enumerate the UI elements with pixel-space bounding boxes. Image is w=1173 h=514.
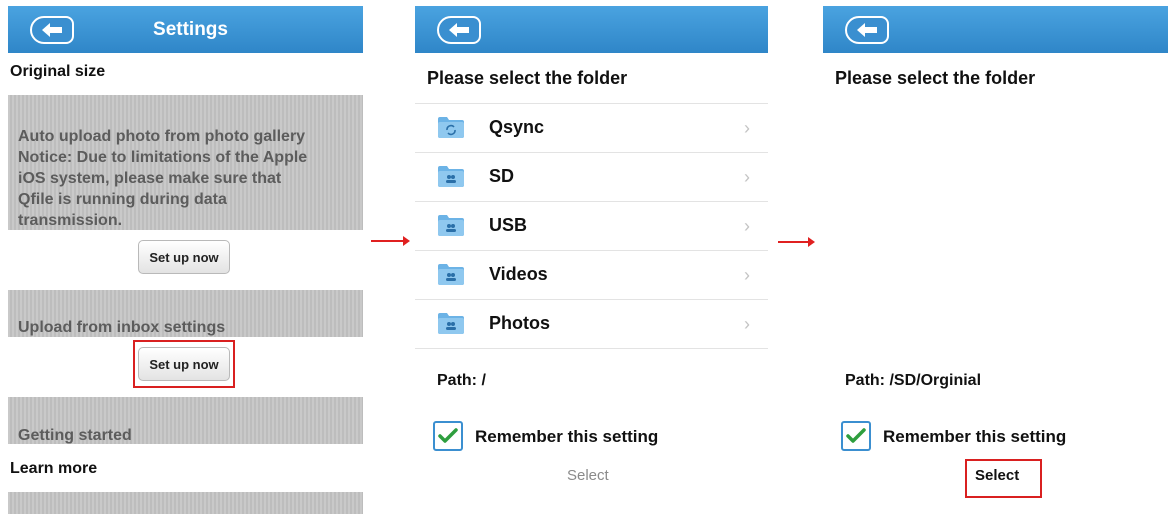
back-button[interactable] [437, 16, 481, 44]
notice-line: Auto upload photo from photo gallery [18, 128, 306, 145]
chevron-right-icon: › [744, 167, 750, 187]
settings-panel: Settings Original size Auto upload photo… [8, 0, 363, 514]
folder-label: Videos [489, 264, 548, 284]
shared-folder-icon [438, 215, 464, 236]
path-label: Path: / [437, 372, 486, 389]
folder-label: SD [489, 166, 515, 186]
shared-folder-icon [438, 313, 464, 334]
learn-more-label: Learn more [10, 460, 98, 477]
getting-started-section: Getting started [8, 397, 363, 444]
flow-arrow [371, 236, 410, 246]
remember-checkbox[interactable] [841, 421, 871, 451]
remember-label: Remember this setting [883, 427, 1067, 446]
folder-item-usb[interactable]: USB › [415, 202, 768, 251]
chevron-right-icon: › [744, 314, 750, 334]
folder-heading: Please select the folder [427, 68, 628, 88]
folder-label: Qsync [489, 117, 545, 137]
sync-folder-icon [438, 117, 464, 138]
flow-arrow [778, 237, 815, 247]
remember-checkbox[interactable] [433, 421, 463, 451]
auto-upload-notice: Auto upload photo from photo gallery Not… [18, 126, 349, 231]
folder-label: USB [489, 215, 528, 235]
shared-folder-icon [438, 166, 464, 187]
inbox-settings-section: Upload from inbox settings [8, 290, 363, 337]
top-bar [415, 6, 768, 53]
folder-item-qsync[interactable]: Qsync › [415, 104, 768, 153]
original-size-label: Original size [10, 63, 106, 80]
highlight-box [133, 340, 235, 388]
folder-select-panel: Please select the folder Qsync › SD › US… [415, 0, 768, 514]
arrow-left-icon [449, 23, 469, 37]
folder-item-photos[interactable]: Photos › [415, 300, 768, 349]
top-bar [823, 6, 1168, 53]
inbox-settings-heading: Upload from inbox settings [18, 319, 226, 336]
folder-item-sd[interactable]: SD › [415, 153, 768, 202]
page-title: Settings [153, 19, 228, 40]
chevron-right-icon: › [744, 265, 750, 285]
shared-folder-icon [438, 264, 464, 285]
chevron-right-icon: › [744, 216, 750, 236]
getting-started-heading: Getting started [18, 427, 132, 444]
remember-label: Remember this setting [475, 427, 659, 446]
notice-line: Notice: Due to limitations of the Apple [18, 149, 308, 166]
notice-line: iOS system, please make sure that [18, 170, 282, 187]
top-bar: Settings [8, 6, 363, 53]
arrow-left-icon [857, 23, 877, 37]
original-size-row[interactable]: Original size [8, 53, 363, 90]
folder-list: Qsync › SD › USB › Videos › Photos › [415, 103, 768, 362]
bottom-section [8, 492, 363, 514]
setup-auto-upload-button[interactable]: Set up now [138, 240, 230, 274]
back-button[interactable] [845, 16, 889, 44]
auto-upload-section: Auto upload photo from photo gallery Not… [8, 95, 363, 230]
chevron-right-icon: › [744, 118, 750, 138]
highlight-box [965, 459, 1042, 498]
checkmark-icon [438, 428, 458, 443]
path-label: Path: /SD/Orginial [845, 372, 982, 389]
folder-heading: Please select the folder [835, 68, 1036, 88]
notice-line: transmission. [18, 212, 123, 229]
learn-more-row[interactable]: Learn more [8, 448, 363, 488]
folder-confirm-panel: Please select the folder Path: /SD/Orgin… [823, 0, 1168, 514]
notice-line: Qfile is running during data [18, 191, 227, 208]
folder-item-partial[interactable] [415, 349, 768, 362]
select-button[interactable]: Select [567, 467, 609, 484]
folder-item-videos[interactable]: Videos › [415, 251, 768, 300]
folder-label: Photos [489, 313, 550, 333]
checkmark-icon [846, 428, 866, 443]
folder-icon [437, 360, 465, 362]
